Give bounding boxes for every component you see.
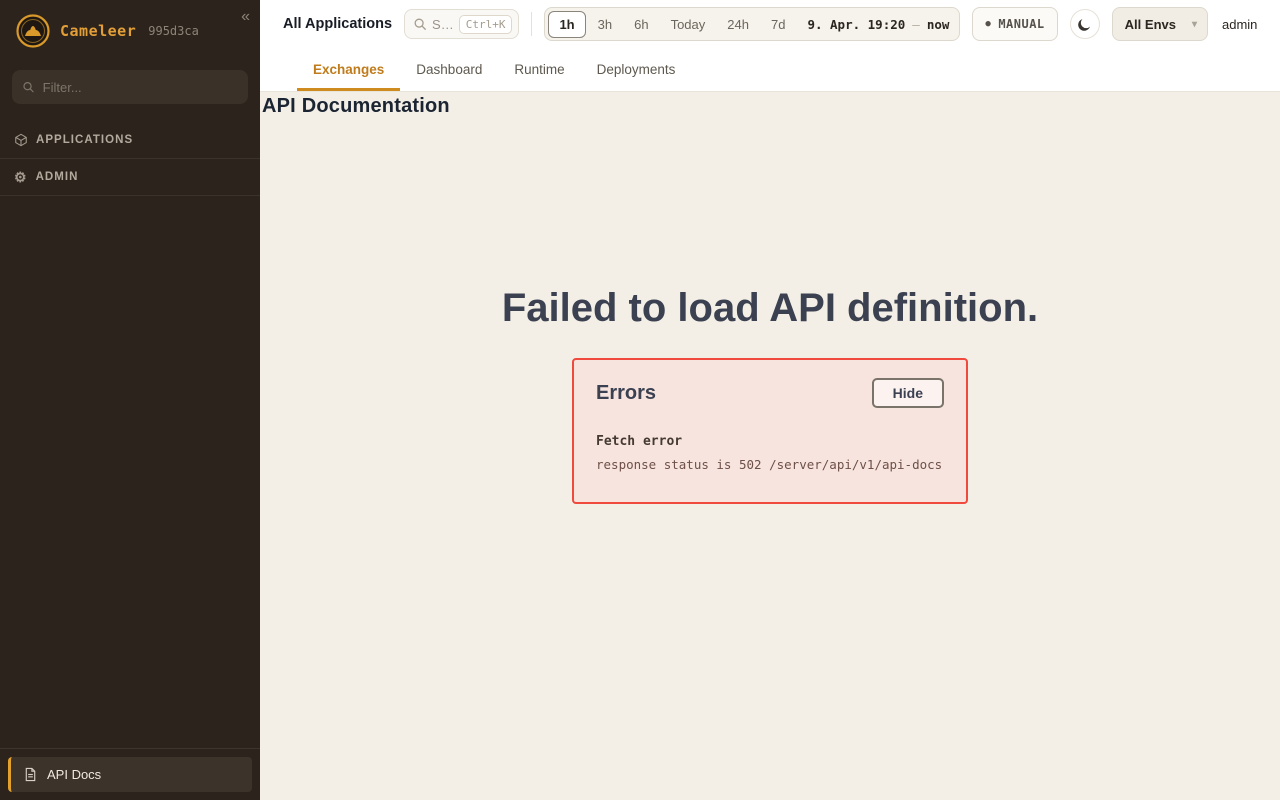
- sidebar-item-api-docs[interactable]: API Docs: [8, 757, 252, 792]
- time-range-7d[interactable]: 7d: [761, 12, 795, 37]
- cube-icon: [14, 133, 28, 147]
- moon-icon: [1077, 17, 1092, 32]
- search-icon: [22, 80, 35, 94]
- errors-panel-title: Errors: [596, 382, 656, 405]
- environment-select-value: All Envs: [1125, 17, 1176, 32]
- brand-version: 995d3ca: [148, 24, 199, 38]
- document-icon: [23, 767, 38, 782]
- manual-status-dot: ●: [985, 20, 991, 29]
- manual-button-label: MANUAL: [998, 17, 1044, 31]
- sidebar-item-applications[interactable]: APPLICATIONS: [0, 122, 260, 159]
- sidebar-header: Cameleer 995d3ca: [0, 0, 260, 60]
- sidebar: « Cameleer 995d3ca APPLICATIONS ⚙ ADMIN: [0, 0, 260, 800]
- time-range-24h[interactable]: 24h: [717, 12, 759, 37]
- topbar: All Applications S… Ctrl+K 1h 3h 6h Toda…: [260, 0, 1280, 48]
- error-type-label: Fetch error: [596, 434, 944, 449]
- content-area: API Documentation Failed to load API def…: [260, 92, 1280, 800]
- sidebar-section-label: APPLICATIONS: [36, 134, 133, 146]
- tab-exchanges[interactable]: Exchanges: [297, 48, 400, 91]
- dark-mode-toggle[interactable]: [1070, 9, 1100, 39]
- search-icon: [413, 17, 427, 31]
- global-search[interactable]: S… Ctrl+K: [404, 9, 519, 39]
- error-message: response status is 502 /server/api/v1/ap…: [596, 457, 944, 472]
- api-load-error-heading: Failed to load API definition.: [260, 286, 1280, 331]
- time-separator: —: [912, 17, 920, 32]
- errors-panel: Errors Hide Fetch error response status …: [572, 358, 968, 504]
- environment-select[interactable]: All Envs ▾: [1112, 7, 1208, 41]
- sidebar-item-admin[interactable]: ⚙ ADMIN: [0, 159, 260, 196]
- time-from: 9. Apr. 19:20: [807, 17, 905, 32]
- gear-icon: ⚙: [14, 170, 28, 184]
- tab-deployments[interactable]: Deployments: [581, 48, 692, 91]
- errors-panel-header: Errors Hide: [596, 378, 944, 408]
- time-range-1h[interactable]: 1h: [548, 11, 585, 38]
- main-column: All Applications S… Ctrl+K 1h 3h 6h Toda…: [260, 0, 1280, 800]
- hide-errors-button[interactable]: Hide: [872, 378, 944, 408]
- tabbar: Exchanges Dashboard Runtime Deployments: [260, 48, 1280, 92]
- sidebar-collapse-icon[interactable]: «: [241, 8, 250, 26]
- sidebar-item-label: API Docs: [47, 767, 101, 782]
- time-to: now: [927, 17, 950, 32]
- time-range-group: 1h 3h 6h Today 24h 7d 9. Apr. 19:20 — no…: [544, 7, 960, 41]
- topbar-divider: [531, 12, 532, 36]
- time-range-3h[interactable]: 3h: [588, 12, 622, 37]
- page-title: API Documentation: [260, 92, 1280, 118]
- chevron-down-icon: ▾: [1192, 19, 1197, 30]
- search-placeholder: S…: [432, 17, 454, 32]
- time-range-6h[interactable]: 6h: [624, 12, 658, 37]
- sidebar-section-label: ADMIN: [36, 171, 79, 183]
- sidebar-footer: API Docs: [0, 748, 260, 800]
- cameleer-logo-icon: [16, 14, 50, 48]
- manual-refresh-button[interactable]: ● MANUAL: [972, 7, 1057, 41]
- search-shortcut-badge: Ctrl+K: [459, 15, 513, 34]
- time-range-display[interactable]: 9. Apr. 19:20 — now: [807, 17, 949, 32]
- time-range-today[interactable]: Today: [661, 12, 716, 37]
- tab-runtime[interactable]: Runtime: [498, 48, 580, 91]
- brand-name: Cameleer: [60, 22, 136, 40]
- topbar-title: All Applications: [283, 16, 392, 32]
- tab-dashboard[interactable]: Dashboard: [400, 48, 498, 91]
- user-label[interactable]: admin: [1222, 17, 1257, 32]
- sidebar-filter[interactable]: [12, 70, 248, 104]
- filter-input[interactable]: [43, 80, 238, 95]
